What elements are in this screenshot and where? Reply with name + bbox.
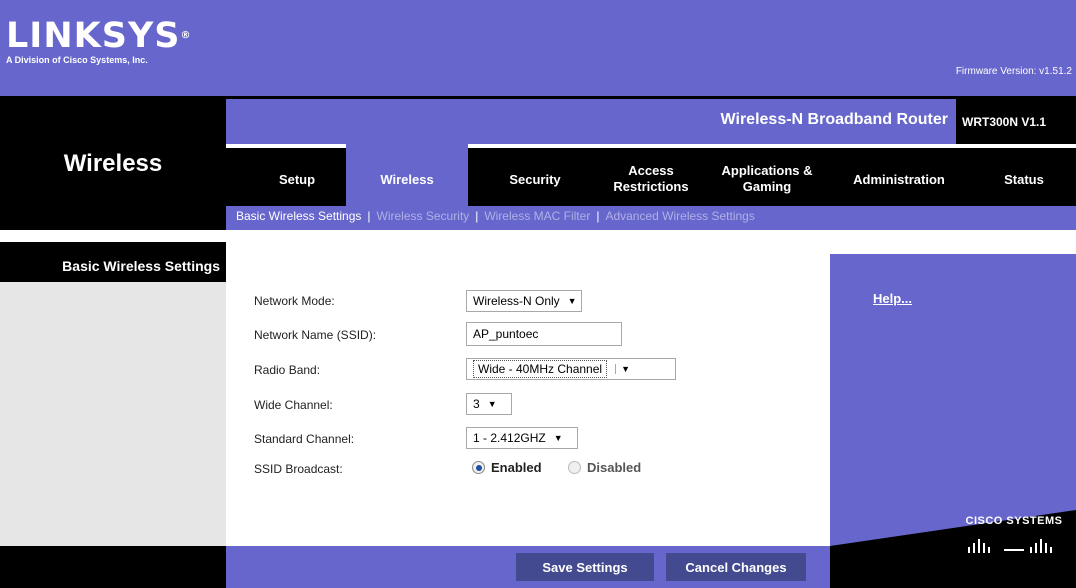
ssid-label: Network Name (SSID): [254, 328, 377, 342]
ssid-input[interactable]: AP_puntoec [466, 322, 622, 346]
chevron-down-icon: ▼ [615, 364, 630, 374]
subnav-advanced-wireless-settings[interactable]: Advanced Wireless Settings [605, 209, 754, 223]
standard-channel-label: Standard Channel: [254, 432, 355, 446]
radio-band-select[interactable]: Wide - 40MHz Channel ▼ [466, 358, 676, 380]
cisco-name: CISCO SYSTEMS [965, 515, 1063, 527]
cisco-systems-logo: CISCO SYSTEMS [964, 515, 1064, 558]
help-panel-gap [830, 242, 1076, 254]
save-settings-button[interactable]: Save Settings [516, 553, 654, 581]
chevron-down-icon: ▼ [567, 296, 577, 306]
ssid-broadcast-disabled[interactable]: Disabled [568, 460, 641, 475]
network-mode-value: Wireless-N Only [473, 294, 560, 308]
logo-registered-mark: ® [180, 30, 192, 41]
wide-channel-select[interactable]: 3 ▼ [466, 393, 512, 415]
cancel-changes-button[interactable]: Cancel Changes [666, 553, 806, 581]
product-bar [226, 96, 1076, 144]
subnav: Basic Wireless Settings | Wireless Securit… [236, 209, 755, 223]
settings-panel [226, 242, 830, 546]
linksys-logo: LINKSYS® A Division of Cisco Systems, In… [6, 18, 192, 65]
enabled-label: Enabled [491, 460, 542, 475]
chevron-down-icon: ▼ [487, 399, 497, 409]
network-mode-label: Network Mode: [254, 294, 335, 308]
subnav-wireless-mac-filter[interactable]: Wireless MAC Filter [484, 209, 590, 223]
tab-applications-gaming[interactable]: Applications & Gaming [712, 163, 822, 195]
firmware-version: Firmware Version: v1.51.2 [955, 66, 1072, 77]
wide-channel-label: Wide Channel: [254, 398, 333, 412]
subnav-wireless-security[interactable]: Wireless Security [377, 209, 470, 223]
standard-channel-select[interactable]: 1 - 2.412GHZ ▼ [466, 427, 578, 449]
ssid-broadcast-enabled[interactable]: Enabled [472, 460, 542, 475]
tab-status[interactable]: Status [984, 172, 1064, 188]
subnav-basic-wireless-settings[interactable]: Basic Wireless Settings [236, 209, 361, 223]
wide-channel-value: 3 [473, 397, 480, 411]
logo-word: LINKSYS [6, 16, 181, 56]
tab-access-restrictions[interactable]: Access Restrictions [596, 163, 706, 195]
model-label: WRT300N V1.1 [962, 115, 1047, 129]
tab-setup[interactable]: Setup [262, 172, 332, 188]
standard-channel-value: 1 - 2.412GHZ [473, 431, 546, 445]
radio-band-value: Wide - 40MHz Channel [473, 360, 608, 378]
radio-band-label: Radio Band: [254, 363, 321, 377]
content-gap [226, 230, 1076, 242]
tab-security[interactable]: Security [490, 172, 580, 188]
left-footer [0, 546, 226, 588]
cisco-bars-icon [968, 539, 1052, 553]
left-body [0, 282, 226, 546]
left-gap [0, 230, 226, 242]
tab-administration[interactable]: Administration [838, 172, 960, 188]
radio-unselected-icon[interactable] [568, 461, 581, 474]
help-panel [830, 242, 1076, 546]
radio-selected-icon[interactable] [472, 461, 485, 474]
help-link[interactable]: Help... [873, 291, 912, 306]
product-name: Wireless-N Broadband Router [720, 111, 948, 128]
tab-wireless[interactable]: Wireless [350, 172, 464, 188]
network-mode-select[interactable]: Wireless-N Only ▼ [466, 290, 582, 312]
logo-subtitle: A Division of Cisco Systems, Inc. [6, 55, 148, 65]
section-label: Basic Wireless Settings [62, 258, 220, 274]
chevron-down-icon: ▼ [553, 433, 563, 443]
page-title: Wireless [63, 150, 163, 177]
disabled-label: Disabled [587, 460, 642, 475]
ssid-broadcast-label: SSID Broadcast: [254, 462, 343, 476]
